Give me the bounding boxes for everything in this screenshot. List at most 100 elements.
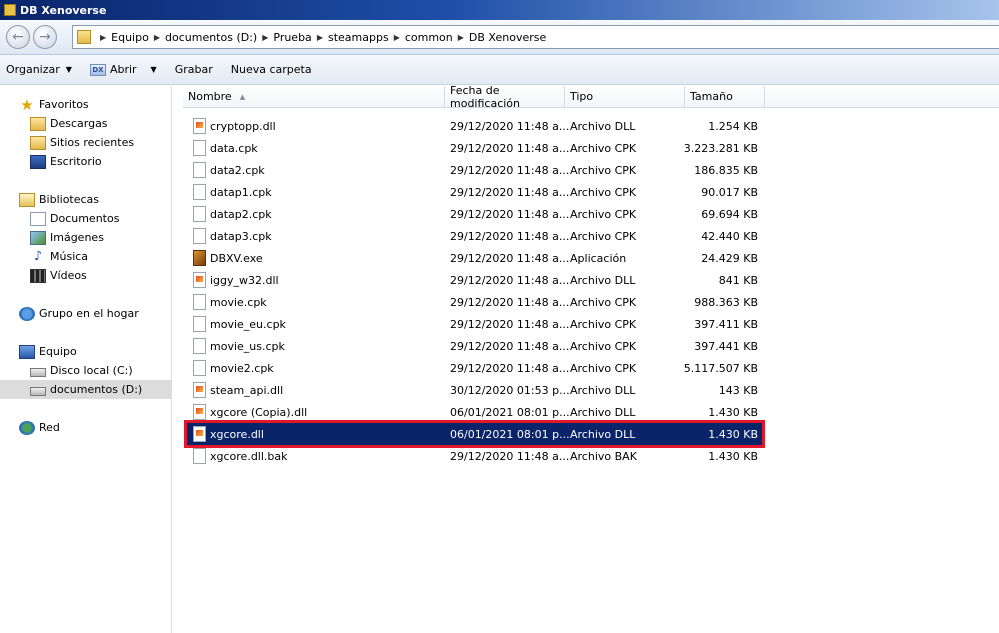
file-row[interactable]: xgcore (Copia).dll 06/01/2021 08:01 p... A… <box>187 401 762 423</box>
file-row[interactable]: cryptopp.dll 29/12/2020 11:48 a... Archivo… <box>187 115 762 137</box>
nav-computer[interactable]: Equipo <box>0 342 172 361</box>
nav-recent[interactable]: Sitios recientes <box>0 133 172 152</box>
chevron-right-icon[interactable]: ▶ <box>100 33 106 42</box>
record-button[interactable]: Grabar <box>175 63 213 76</box>
nav-label: Grupo en el hogar <box>39 307 139 320</box>
file-type: Archivo CPK <box>570 141 637 155</box>
file-size: 186.835 KB <box>694 163 758 177</box>
nav-favorites[interactable]: ★ Favoritos <box>0 95 172 114</box>
breadcrumb-db-xenoverse[interactable]: DB Xenoverse <box>469 31 546 44</box>
nav-label: Red <box>39 421 60 434</box>
nav-libraries[interactable]: Bibliotecas <box>0 190 172 209</box>
nav-desktop[interactable]: Escritorio <box>0 152 172 171</box>
column-header-date[interactable]: Fecha de modificación <box>445 84 565 110</box>
column-header-name[interactable]: Nombre ▲ <box>183 86 445 108</box>
file-icon <box>193 162 206 178</box>
caret-down-icon[interactable]: ▼ <box>151 65 157 74</box>
dll-file-icon <box>193 272 206 288</box>
column-label: Tamaño <box>690 90 733 103</box>
breadcrumb-prueba[interactable]: Prueba <box>273 31 311 44</box>
document-icon <box>30 211 46 226</box>
caret-down-icon: ▼ <box>65 65 72 74</box>
nav-homegroup[interactable]: Grupo en el hogar <box>0 304 172 323</box>
nav-local-disk[interactable]: Disco local (C:) <box>0 361 172 380</box>
nav-network[interactable]: Red <box>0 418 172 437</box>
file-row[interactable]: data.cpk 29/12/2020 11:48 a... Archivo CPK… <box>187 137 762 159</box>
file-row[interactable]: datap2.cpk 29/12/2020 11:48 a... Archivo C… <box>187 203 762 225</box>
file-name: iggy_w32.dll <box>210 273 279 287</box>
file-type: Archivo CPK <box>570 339 637 353</box>
new-folder-button[interactable]: Nueva carpeta <box>231 63 312 76</box>
file-type: Archivo CPK <box>570 361 637 375</box>
file-date: 29/12/2020 11:48 a... <box>450 339 570 353</box>
file-row[interactable]: data2.cpk 29/12/2020 11:48 a... Archivo CP… <box>187 159 762 181</box>
breadcrumb-documentos[interactable]: documentos (D:) <box>165 31 257 44</box>
file-row[interactable]: datap1.cpk 29/12/2020 11:48 a... Archivo C… <box>187 181 762 203</box>
recent-places-icon <box>30 135 46 150</box>
file-name: datap3.cpk <box>210 229 272 243</box>
nav-videos[interactable]: Vídeos <box>0 266 172 285</box>
file-row[interactable]: xgcore.dll.bak 29/12/2020 11:48 a... Archi… <box>187 445 762 467</box>
nav-label: Disco local (C:) <box>50 364 133 377</box>
file-date: 29/12/2020 11:48 a... <box>450 273 570 287</box>
nav-documents[interactable]: Documentos <box>0 209 172 228</box>
back-button[interactable]: ← <box>6 25 30 49</box>
nav-downloads[interactable]: Descargas <box>0 114 172 133</box>
file-type: Archivo CPK <box>570 185 637 199</box>
column-label: Tipo <box>570 90 594 103</box>
column-header-type[interactable]: Tipo <box>565 86 685 108</box>
nav-documents-drive[interactable]: documentos (D:) <box>0 380 172 399</box>
address-bar: ← → ▶ Equipo ▶ documentos (D:) ▶ Prueba ▶ st… <box>0 20 999 55</box>
nav-music[interactable]: ♪ Música <box>0 247 172 266</box>
nav-label: Escritorio <box>50 155 102 168</box>
file-row[interactable]: movie2.cpk 29/12/2020 11:48 a... Archivo C… <box>187 357 762 379</box>
file-type: Archivo BAK <box>570 449 637 463</box>
file-date: 29/12/2020 11:48 a... <box>450 361 570 375</box>
file-size: 24.429 KB <box>701 251 758 265</box>
file-date: 29/12/2020 11:48 a... <box>450 295 570 309</box>
breadcrumb-equipo[interactable]: Equipo <box>111 31 149 44</box>
file-row[interactable]: DBXV.exe 29/12/2020 11:48 a... Aplicación 2… <box>187 247 762 269</box>
dll-file-icon <box>193 382 206 398</box>
file-type: Archivo CPK <box>570 295 637 309</box>
file-name: data.cpk <box>210 141 258 155</box>
nav-label: Equipo <box>39 345 77 358</box>
file-name: steam_api.dll <box>210 383 284 397</box>
nav-label: Música <box>50 250 89 263</box>
nav-label: Sitios recientes <box>50 136 135 149</box>
address-field[interactable]: ▶ Equipo ▶ documentos (D:) ▶ Prueba ▶ steama… <box>72 25 999 49</box>
file-row[interactable]: movie_us.cpk 29/12/2020 11:48 a... Archivo… <box>187 335 762 357</box>
nav-label: Favoritos <box>39 98 89 111</box>
file-name: xgcore (Copia).dll <box>210 405 308 419</box>
file-row[interactable]: movie.cpk 29/12/2020 11:48 a... Archivo CP… <box>187 291 762 313</box>
chevron-right-icon[interactable]: ▶ <box>317 33 323 42</box>
homegroup-icon <box>19 306 35 321</box>
file-icon <box>193 294 206 310</box>
film-icon <box>30 268 46 283</box>
file-type: Archivo CPK <box>570 317 637 331</box>
chevron-right-icon[interactable]: ▶ <box>262 33 268 42</box>
file-name: movie_eu.cpk <box>210 317 286 331</box>
column-header-size[interactable]: Tamaño <box>685 86 765 108</box>
file-date: 29/12/2020 11:48 a... <box>450 317 570 331</box>
file-name: DBXV.exe <box>210 251 263 265</box>
nav-images[interactable]: Imágenes <box>0 228 172 247</box>
file-row[interactable]: iggy_w32.dll 29/12/2020 11:48 a... Archivo… <box>187 269 762 291</box>
chevron-right-icon[interactable]: ▶ <box>154 33 160 42</box>
file-row[interactable]: datap3.cpk 29/12/2020 11:48 a... Archivo C… <box>187 225 762 247</box>
file-row-selected[interactable]: xgcore.dll 06/01/2021 08:01 p... Archivo D… <box>184 420 765 448</box>
file-date: 06/01/2021 08:01 p... <box>450 405 570 419</box>
file-row[interactable]: movie_eu.cpk 29/12/2020 11:48 a... Archivo… <box>187 313 762 335</box>
file-row[interactable]: steam_api.dll 30/12/2020 01:53 p... Archiv… <box>187 379 762 401</box>
file-icon <box>193 338 206 354</box>
file-date: 29/12/2020 11:48 a... <box>450 163 570 177</box>
downloads-folder-icon <box>30 116 46 131</box>
file-name: xgcore.dll <box>210 427 264 441</box>
organize-button[interactable]: Organizar ▼ <box>6 63 72 76</box>
breadcrumb-steamapps[interactable]: steamapps <box>328 31 389 44</box>
open-button[interactable]: DX Abrir ▼ <box>89 63 157 76</box>
chevron-right-icon[interactable]: ▶ <box>458 33 464 42</box>
forward-button[interactable]: → <box>33 25 57 49</box>
chevron-right-icon[interactable]: ▶ <box>394 33 400 42</box>
breadcrumb-common[interactable]: common <box>405 31 453 44</box>
